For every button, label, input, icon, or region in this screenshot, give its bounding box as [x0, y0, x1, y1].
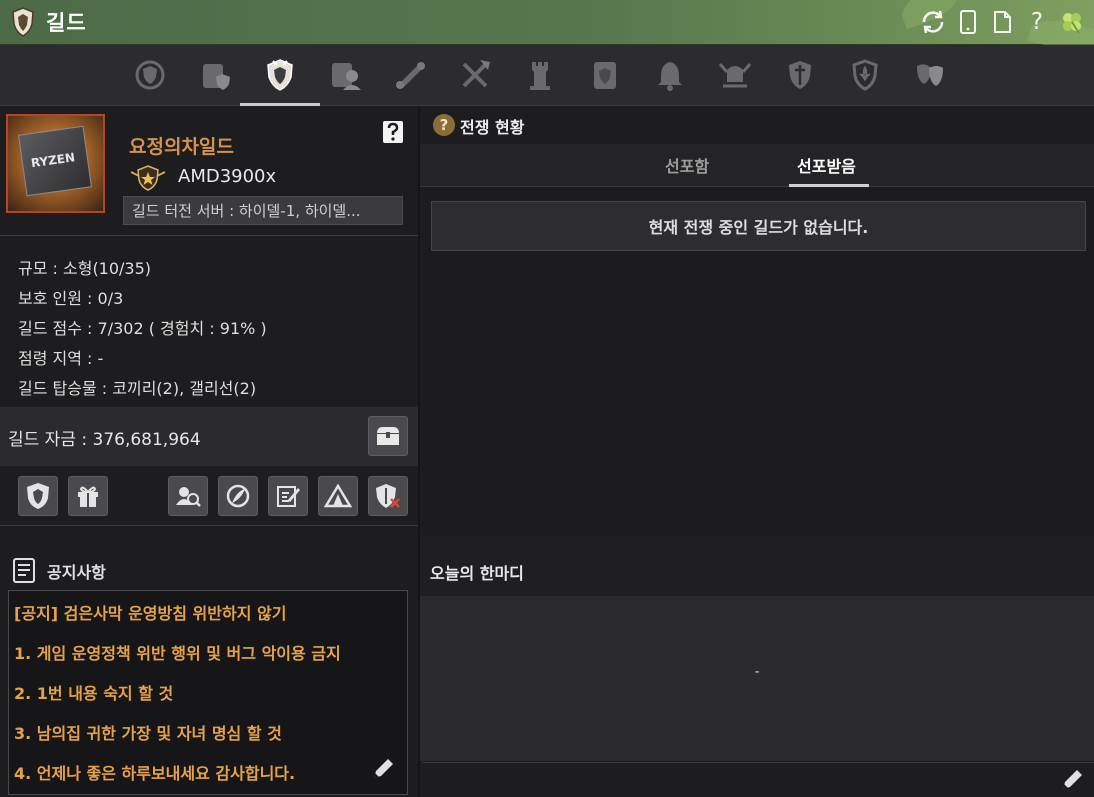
guild-master-name: AMD3900x — [178, 166, 277, 187]
guild-storage-button[interactable] — [368, 416, 408, 456]
notice-line: 4. 언제나 좋은 하루보내세요 감사합니다. — [14, 764, 296, 783]
member-search-button[interactable] — [168, 476, 208, 516]
no-entry-icon — [226, 484, 250, 508]
document-icon[interactable] — [987, 7, 1017, 37]
horned-helmet-icon — [718, 63, 752, 88]
tower-icon — [530, 62, 550, 90]
avatar-label: RYZEN — [30, 150, 76, 171]
map-shield-icon — [594, 62, 616, 89]
guild-crest-button[interactable] — [18, 476, 58, 516]
war-status-header: ? 전쟁 현황 — [420, 106, 1094, 144]
today-word-text: - — [754, 664, 760, 680]
cpu-chip-image: RYZEN — [18, 125, 92, 197]
tab-alliance[interactable] — [843, 53, 887, 97]
today-word-input[interactable] — [422, 762, 1094, 797]
guild-funds: 길드 자금 : 376,681,964 — [8, 430, 201, 450]
notice-content: [공지] 검은사막 운영방침 위반하지 않기 1. 게임 운영정책 위반 행위 … — [8, 590, 408, 795]
guild-shield-icon — [12, 7, 34, 37]
tab-emblem[interactable] — [128, 53, 172, 97]
stat-size: 규모 : 소형(10/35) — [18, 259, 152, 278]
edit-notice-button[interactable] — [369, 755, 397, 783]
tab-guild-crest[interactable] — [258, 53, 302, 97]
crest-icon — [267, 59, 293, 91]
notice-icon — [13, 558, 35, 583]
shield-x-icon — [376, 484, 400, 508]
notice-line: [공지] 검은사막 운영방침 위반하지 않기 — [14, 604, 287, 623]
guild-action-bar — [0, 466, 418, 526]
empty-war-message: 현재 전쟁 중인 길드가 없습니다. — [431, 201, 1086, 251]
write-button[interactable] — [268, 476, 308, 516]
notice-line: 3. 남의집 귀한 가장 및 자녀 명심 할 것 — [14, 724, 282, 743]
clover-icon[interactable] — [1057, 7, 1087, 37]
tab-territory[interactable] — [583, 53, 627, 97]
title-bar: 길드 ? — [0, 0, 1094, 59]
guild-funds-bar: 길드 자금 : 376,681,964 — [0, 407, 418, 466]
sword-shield-icon — [789, 61, 811, 89]
stat-guild-vehicles: 길드 탑승물 : 코끼리(2), 갤리선(2) — [18, 379, 257, 398]
member-scroll-icon — [332, 63, 361, 90]
stat-occupied-region: 점령 지역 : - — [18, 349, 104, 368]
search-members-icon — [176, 487, 201, 507]
today-word-content: - — [420, 596, 1094, 761]
tab-war[interactable] — [453, 53, 497, 97]
masks-icon — [917, 64, 943, 86]
bell-icon — [658, 62, 682, 91]
tab-received[interactable]: 선포받음 — [797, 153, 856, 177]
tab-siege[interactable] — [518, 53, 562, 97]
notice-line: 1. 게임 운영정책 위반 행위 및 버그 악이용 금지 — [14, 644, 341, 663]
war-list: 현재 전쟁 중인 길드가 없습니다. — [420, 188, 1094, 536]
tab-battle[interactable] — [713, 53, 757, 97]
refresh-icon[interactable] — [918, 7, 948, 37]
guild-server-field[interactable]: 길드 터전 서버 : 하이델-1, 하이델... — [123, 196, 403, 225]
window-title: 길드 — [46, 11, 87, 35]
quest-scroll-icon — [396, 62, 425, 89]
guild-crest-icon — [27, 483, 49, 509]
stat-protected-members: 보호 인원 : 0/3 — [18, 289, 124, 308]
guild-master-icon — [130, 165, 166, 191]
today-word-title: 오늘의 한마디 — [430, 564, 524, 583]
guild-tab-bar — [0, 45, 1094, 106]
guild-name: 요정의차일드 — [129, 136, 234, 158]
tab-quest[interactable] — [388, 53, 432, 97]
guild-profile: RYZEN 요정의차일드 AMD3900x 길드 터전 서버 : 하이델-1, … — [0, 106, 418, 236]
pencil-icon — [1063, 770, 1082, 789]
war-status-panel: ? 전쟁 현황 선포함 선포받음 현재 전쟁 중인 길드가 없습니다. 오늘의 … — [420, 106, 1094, 797]
today-word-header: 오늘의 한마디 — [420, 536, 1094, 596]
phone-icon[interactable] — [953, 7, 983, 37]
guild-avatar[interactable]: RYZEN — [6, 114, 105, 213]
chest-icon — [377, 427, 399, 445]
camp-button[interactable] — [318, 476, 358, 516]
help-icon[interactable]: ? — [1022, 7, 1052, 37]
crossed-weapons-icon — [462, 60, 490, 88]
tent-icon — [324, 484, 352, 508]
tab-declared[interactable]: 선포함 — [665, 153, 709, 177]
gift-button[interactable] — [68, 476, 108, 516]
tab-alerts[interactable] — [648, 53, 692, 97]
guild-info-panel: RYZEN 요정의차일드 AMD3900x 길드 터전 서버 : 하이델-1, … — [0, 106, 418, 797]
tab-members[interactable] — [323, 53, 367, 97]
scroll-shield-icon — [203, 64, 230, 90]
pencil-icon — [374, 759, 393, 778]
active-war-tab-indicator — [789, 184, 869, 187]
war-tabs: 선포함 선포받음 — [420, 144, 1094, 187]
guild-stats: 규모 : 소형(10/35) 보호 인원 : 0/3 길드 점수 : 7/302… — [0, 237, 418, 407]
tab-guild-info[interactable] — [193, 53, 237, 97]
notice-line: 2. 1번 내용 숙지 할 것 — [14, 684, 174, 703]
notice-title: 공지사항 — [47, 563, 106, 582]
notice-header: 공지사항 — [0, 546, 418, 586]
edit-today-word-button[interactable] — [1058, 766, 1086, 794]
war-help-icon[interactable]: ? — [433, 114, 455, 136]
fleur-shield-icon — [852, 59, 878, 91]
restrict-button[interactable] — [218, 476, 258, 516]
gift-icon — [78, 486, 98, 507]
emblem-icon — [135, 60, 165, 90]
write-icon — [277, 486, 300, 507]
tab-events[interactable] — [908, 53, 952, 97]
stat-guild-score: 길드 점수 : 7/302 ( 경험치 : 91% ) — [18, 319, 267, 338]
scroll-help-icon[interactable] — [380, 118, 406, 146]
war-status-title: 전쟁 현황 — [460, 118, 525, 137]
tab-defense[interactable] — [778, 53, 822, 97]
leave-guild-button[interactable] — [368, 476, 408, 516]
